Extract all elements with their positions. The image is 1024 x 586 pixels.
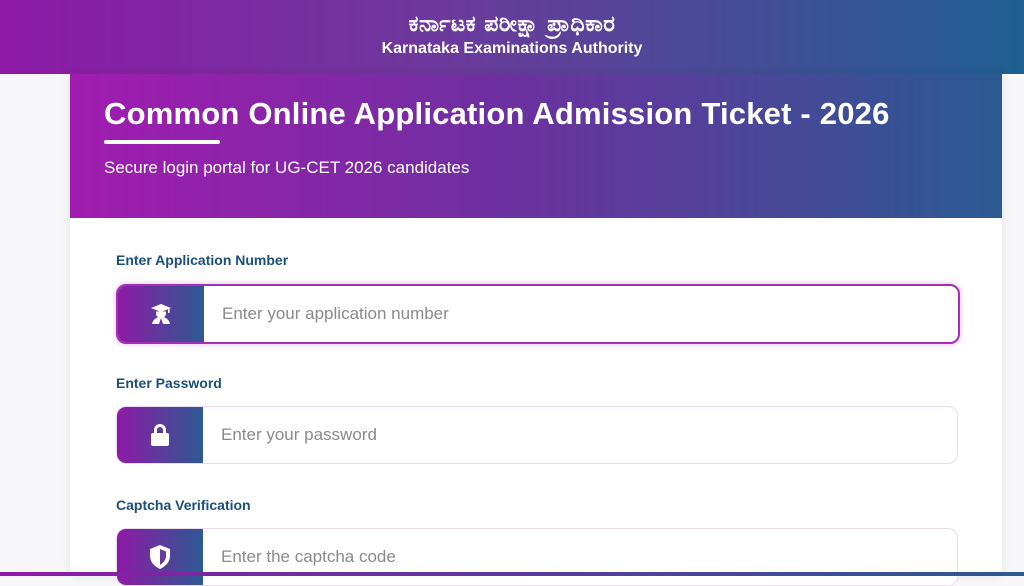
login-card: Common Online Application Admission Tick… — [70, 74, 1002, 586]
header-title-english: Karnataka Examinations Authority — [381, 40, 643, 57]
shield-icon — [117, 529, 203, 585]
page-subtitle: Secure login portal for UG-CET 2026 cand… — [104, 158, 470, 177]
graduate-icon — [118, 286, 204, 342]
captcha-input[interactable] — [203, 529, 957, 585]
application-number-field — [116, 284, 960, 344]
application-number-label: Enter Application Number — [116, 252, 289, 268]
captcha-label: Captcha Verification — [116, 497, 251, 513]
bottom-accent-bar — [0, 572, 1024, 576]
page-title: Common Online Application Admission Tick… — [104, 96, 890, 131]
site-header: ಕರ್ನಾಟಕ ಪರೀಕ್ಷಾ ಪ್ರಾಧಿಕಾರ Karnataka Exam… — [0, 0, 1024, 74]
password-label: Enter Password — [116, 375, 222, 391]
card-hero: Common Online Application Admission Tick… — [70, 74, 1002, 218]
application-number-input[interactable] — [204, 286, 958, 342]
captcha-field — [116, 528, 958, 586]
password-input[interactable] — [203, 407, 957, 463]
header-title-kannada: ಕರ್ನಾಟಕ ಪರೀಕ್ಷಾ ಪ್ರಾಧಿಕಾರ — [408, 12, 616, 37]
title-underline — [104, 140, 220, 144]
password-field — [116, 406, 958, 464]
lock-icon — [117, 407, 203, 463]
